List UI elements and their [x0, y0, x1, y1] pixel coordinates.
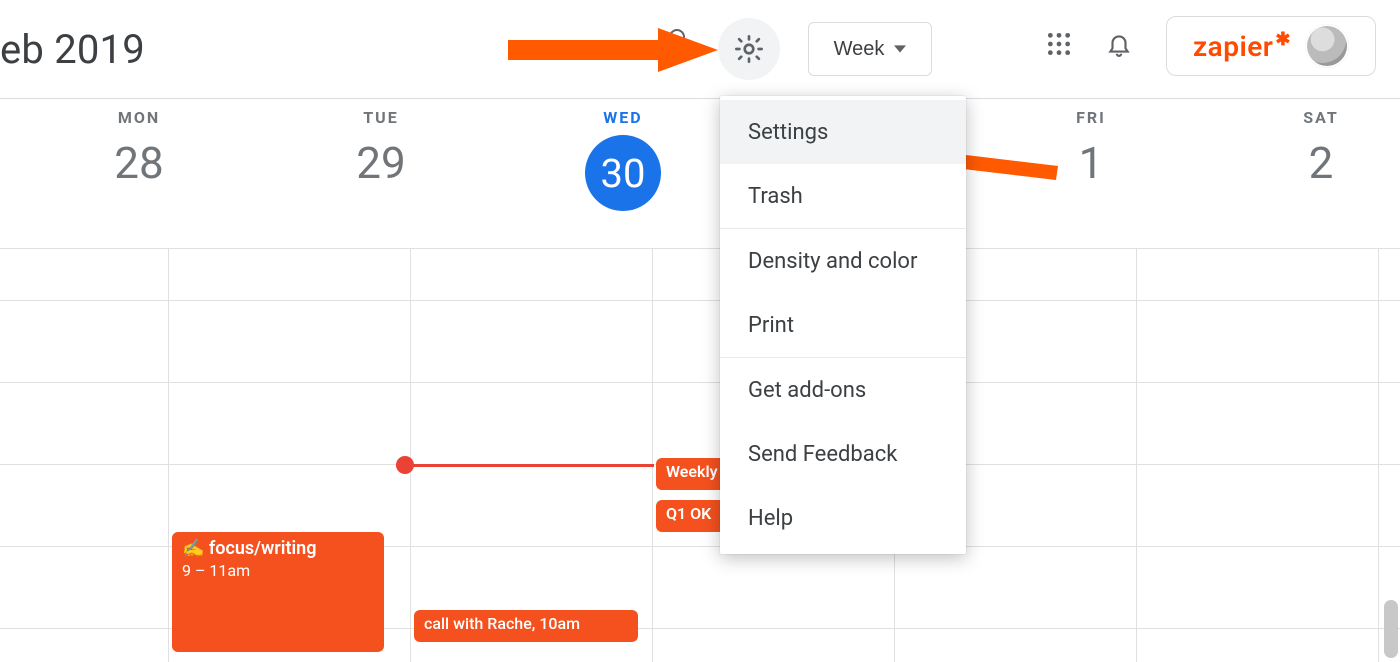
day-number-today: 30 — [585, 135, 661, 211]
page-title: eb 2019 — [0, 26, 145, 73]
zapier-account-chip[interactable]: zapier ✱ — [1166, 16, 1376, 76]
menu-item-feedback[interactable]: Send Feedback — [720, 422, 966, 486]
dow-label: WED — [603, 108, 642, 127]
chevron-down-icon — [894, 38, 906, 61]
day-number: 1 — [1079, 137, 1104, 189]
grid-line — [1136, 248, 1137, 662]
event-call[interactable]: call with Rache, 10am — [414, 610, 638, 642]
dow-label: FRI — [1076, 108, 1106, 127]
topbar-right: zapier ✱ — [1046, 16, 1376, 76]
bell-icon — [1106, 29, 1132, 59]
settings-button[interactable] — [718, 18, 780, 80]
day-header-tue[interactable]: TUE 29 — [260, 108, 502, 248]
event-title: Q1 OK — [666, 504, 711, 523]
grid-line — [1378, 248, 1379, 662]
grid-line — [0, 248, 1400, 249]
gear-icon — [718, 18, 780, 80]
event-title: ✍️ focus/writing — [182, 538, 316, 559]
view-switch-label: Week — [834, 38, 885, 61]
day-headers: MON 28 TUE 29 WED 30 FRI 1 SAT 2 — [0, 108, 1400, 248]
settings-menu: Settings Trash Density and color Print G… — [720, 96, 966, 554]
event-title: Weekly — [666, 462, 718, 481]
scrollbar[interactable] — [1384, 600, 1398, 658]
notifications-button[interactable] — [1106, 29, 1132, 63]
calendar-grid[interactable]: ✍️ focus/writing 9 – 11am call with Rach… — [0, 248, 1400, 662]
menu-item-trash[interactable]: Trash — [720, 164, 966, 228]
apps-button[interactable] — [1046, 31, 1072, 61]
topbar: eb 2019 Week — [0, 0, 1400, 98]
topbar-divider — [0, 98, 1400, 99]
day-number: 28 — [114, 137, 163, 189]
menu-item-help[interactable]: Help — [720, 486, 966, 550]
day-header-mon[interactable]: MON 28 — [18, 108, 260, 248]
event-time: 9 – 11am — [182, 561, 374, 580]
day-header-wed[interactable]: WED 30 — [502, 108, 744, 248]
menu-item-density[interactable]: Density and color — [720, 229, 966, 293]
now-indicator-dot — [396, 456, 414, 474]
menu-item-settings[interactable]: Settings — [720, 100, 966, 164]
zapier-logo: zapier ✱ — [1193, 30, 1291, 63]
day-number: 29 — [356, 137, 405, 189]
grid-line — [0, 382, 1400, 383]
avatar — [1305, 24, 1349, 68]
search-icon — [658, 18, 698, 58]
apps-icon — [1046, 31, 1072, 57]
event-focus-writing[interactable]: ✍️ focus/writing 9 – 11am — [172, 532, 384, 652]
day-number: 2 — [1309, 137, 1334, 189]
dow-label: TUE — [363, 108, 398, 127]
grid-line — [168, 248, 169, 662]
search-button[interactable] — [658, 18, 698, 58]
day-header-sat[interactable]: SAT 2 — [1200, 108, 1400, 248]
menu-item-print[interactable]: Print — [720, 293, 966, 357]
menu-item-addons[interactable]: Get add-ons — [720, 358, 966, 422]
view-switch[interactable]: Week — [808, 22, 932, 76]
zapier-logo-text: zapier — [1193, 30, 1273, 63]
grid-line — [652, 248, 653, 662]
dow-label: SAT — [1303, 108, 1339, 127]
dow-label: MON — [118, 108, 160, 127]
now-indicator-line — [396, 464, 654, 467]
event-title: call with Rache, 10am — [424, 614, 580, 633]
grid-line — [410, 248, 411, 662]
day-header-fri[interactable]: FRI 1 — [970, 108, 1212, 248]
grid-line — [0, 300, 1400, 301]
